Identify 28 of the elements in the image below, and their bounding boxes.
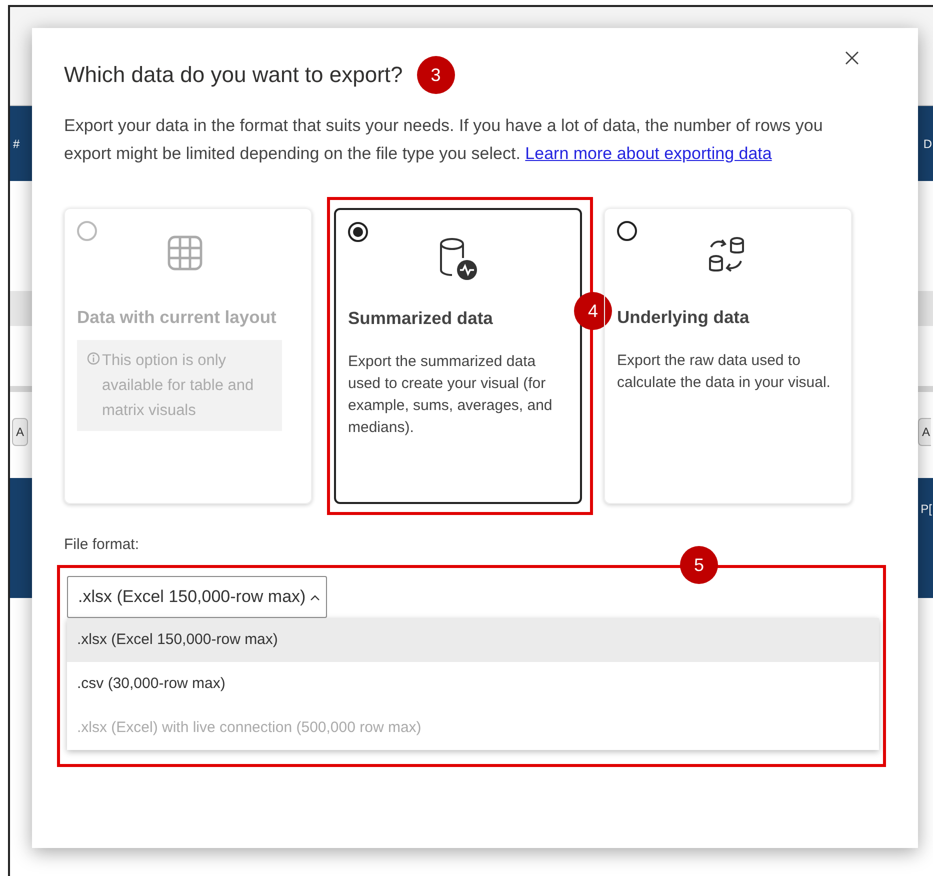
dropdown-option[interactable]: .xlsx (Excel 150,000-row max): [67, 618, 879, 662]
radio-button[interactable]: [617, 221, 637, 241]
option-card[interactable]: Underlying data Export the raw data used to calculate the data in your visual.: [604, 208, 852, 504]
learn-more-link[interactable]: Learn more about exporting data: [525, 144, 772, 163]
background-text: P[: [920, 502, 933, 516]
background-text: D: [922, 136, 933, 150]
step-badge: 5: [680, 546, 718, 584]
option-title: Data with current layout: [77, 307, 278, 328]
dialog-title: Which data do you want to export?: [64, 62, 403, 88]
format-dropdown[interactable]: .xlsx (Excel 150,000-row max): [67, 576, 327, 618]
info-icon: [87, 352, 100, 365]
database-icon: [437, 236, 479, 282]
note-text: This option is only available for table and matrix visuals: [102, 351, 255, 421]
radio-button[interactable]: [348, 222, 368, 242]
option-description: Export the summarized data used to create your visual (for example, sums, averages, and medians).: [348, 352, 554, 438]
description-text: Export your data in the format that suits your needs. If you have a lot of data, the number of rows you export might be limited depending on the file type you select. Learn more about exporting data: [64, 115, 824, 165]
option-title: Summarized data: [348, 308, 494, 329]
step-badge: 3: [416, 56, 455, 94]
option-title: Underlying data: [617, 307, 750, 328]
field-label: File format:: [64, 536, 140, 553]
chevron-icon: [310, 594, 320, 600]
option-card[interactable]: Summarized data Export the summarized data used to create your visual (for example, sums, averages, and medians).: [334, 208, 582, 504]
dropdown-option[interactable]: .csv (30,000-row max): [67, 662, 879, 706]
dropdown-option: .xlsx (Excel) with live connection (500,000 row max): [67, 706, 879, 750]
close-icon: [844, 50, 860, 66]
background-text: #: [12, 136, 21, 150]
step-badge: 4: [574, 292, 612, 330]
option-description: Export the raw data used to calculate the data in your visual.: [617, 351, 832, 393]
